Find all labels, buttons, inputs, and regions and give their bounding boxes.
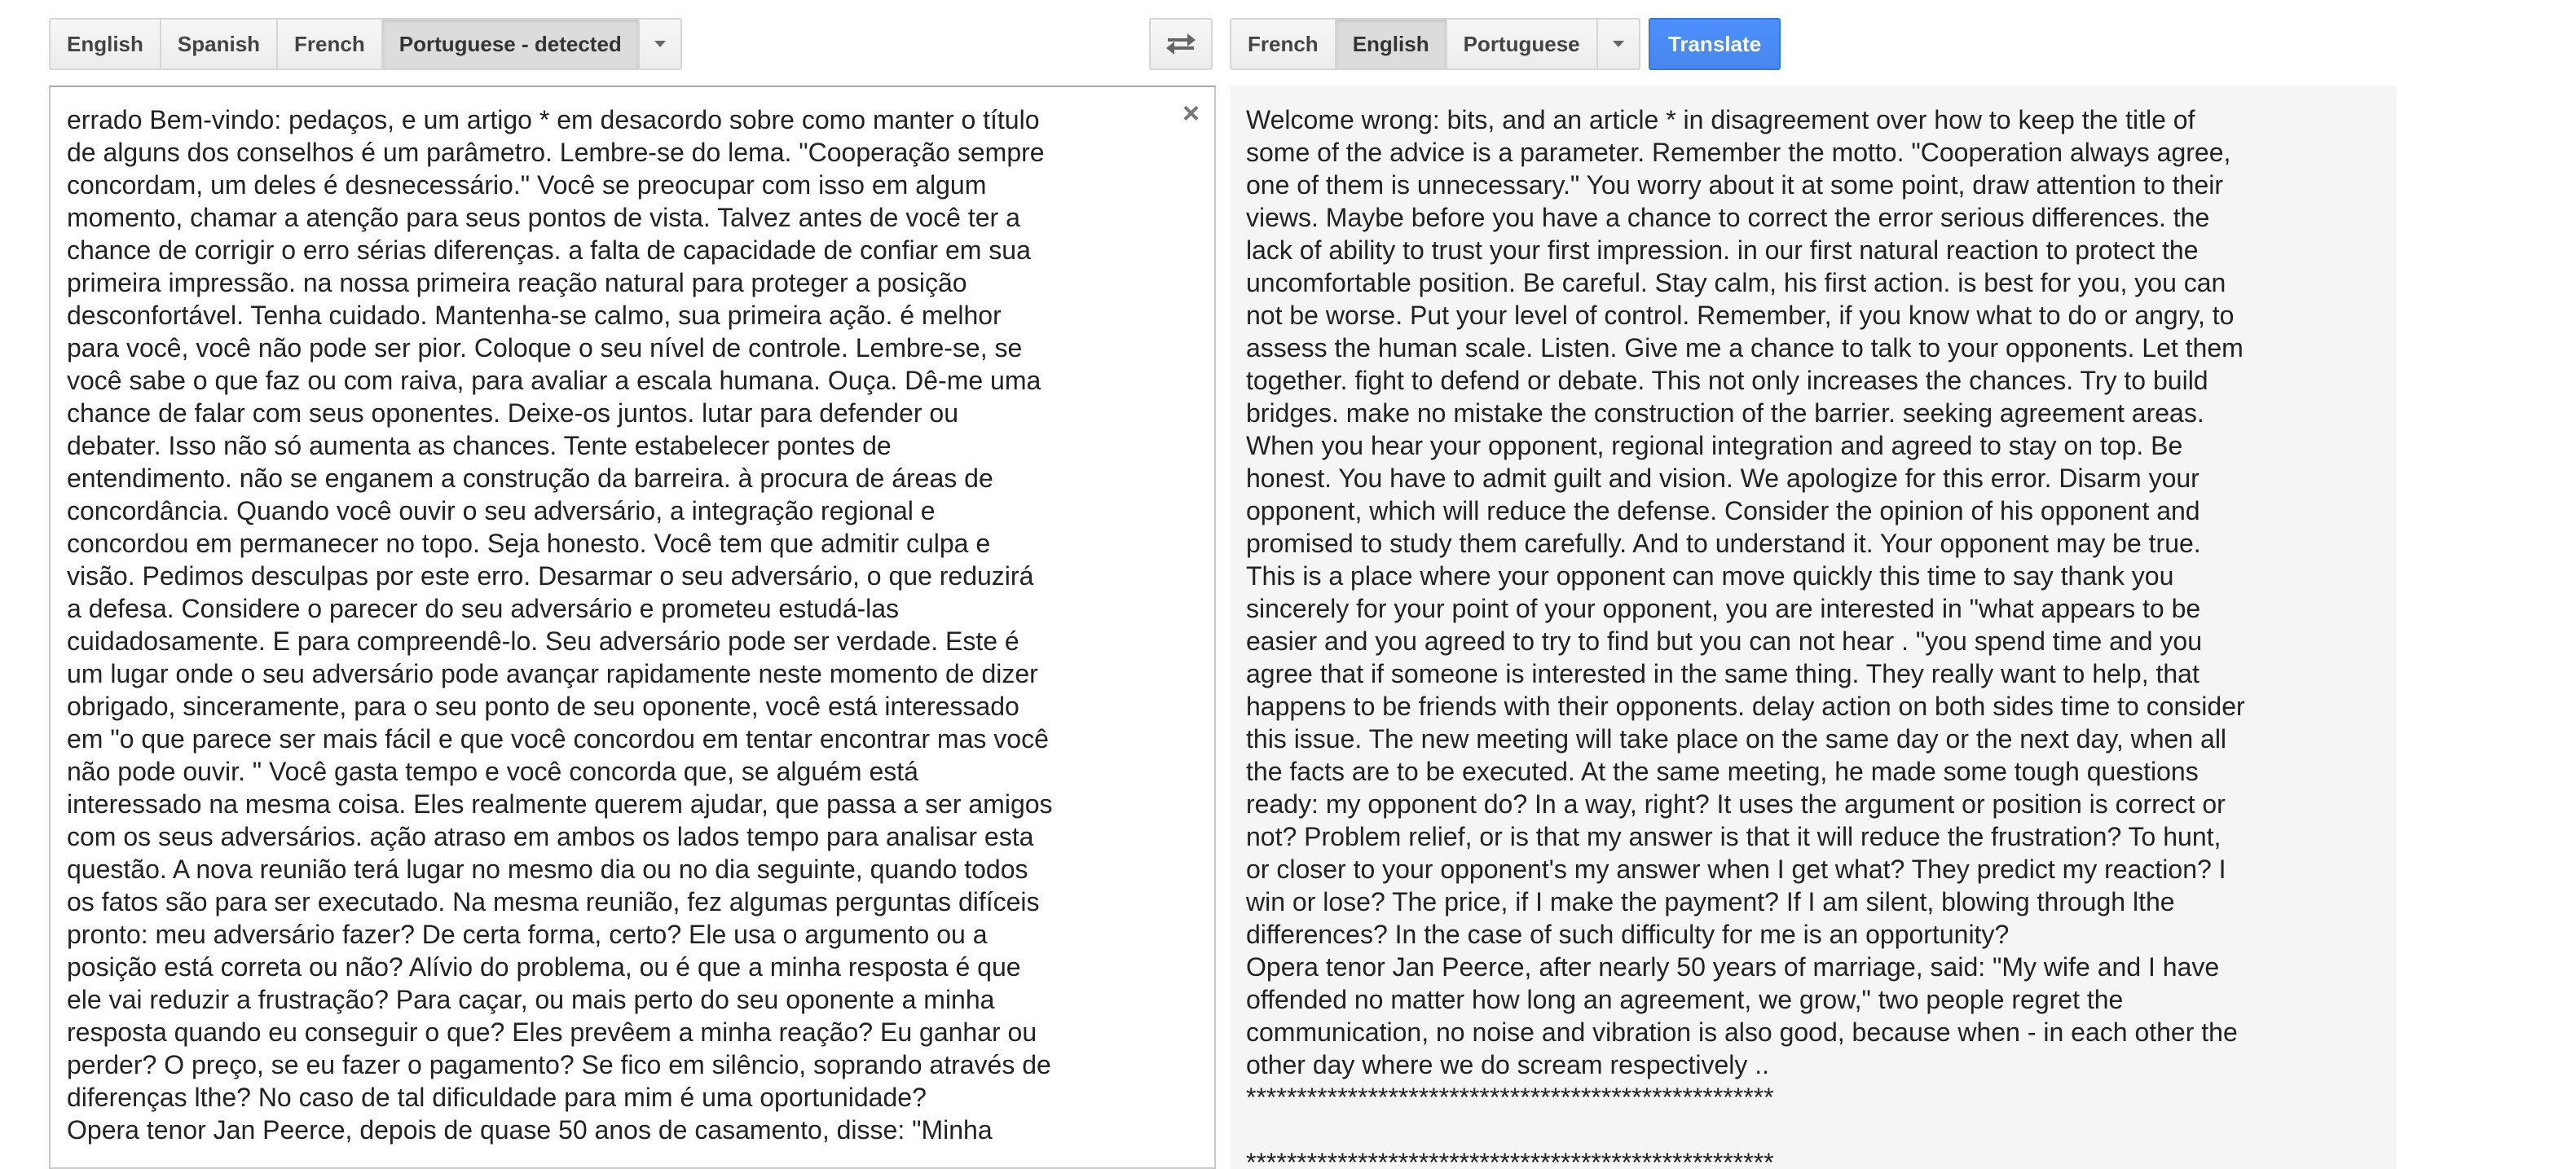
chevron-down-icon bbox=[1612, 41, 1624, 47]
source-lang-french[interactable]: French bbox=[278, 20, 383, 68]
source-lang-portuguese-detected[interactable]: Portuguese - detected bbox=[382, 20, 640, 68]
source-language-toolbar: English Spanish French Portuguese - dete… bbox=[49, 18, 682, 70]
target-lang-english[interactable]: English bbox=[1336, 20, 1447, 68]
close-icon[interactable]: × bbox=[1182, 97, 1200, 130]
source-lang-spanish[interactable]: Spanish bbox=[161, 20, 279, 68]
swap-languages-icon bbox=[1166, 33, 1196, 55]
source-text[interactable]: errado Bem-vindo: pedaços, e um artigo *… bbox=[67, 103, 1191, 1146]
target-lang-french[interactable]: French bbox=[1231, 20, 1336, 68]
swap-languages-button[interactable] bbox=[1149, 18, 1213, 70]
source-lang-dropdown[interactable] bbox=[640, 20, 680, 68]
target-language-group: French English Portuguese bbox=[1230, 18, 1640, 70]
target-lang-portuguese[interactable]: Portuguese bbox=[1447, 20, 1598, 68]
source-lang-english[interactable]: English bbox=[51, 20, 161, 68]
translated-text: Welcome wrong: bits, and an article * in… bbox=[1246, 105, 2245, 1169]
target-language-toolbar: French English Portuguese bbox=[1230, 18, 1640, 70]
source-text-area[interactable]: errado Bem-vindo: pedaços, e um artigo *… bbox=[49, 86, 1216, 1169]
target-lang-dropdown[interactable] bbox=[1598, 20, 1639, 68]
source-language-group: English Spanish French Portuguese - dete… bbox=[49, 18, 682, 70]
translate-button[interactable]: Translate bbox=[1649, 18, 1781, 70]
chevron-down-icon bbox=[654, 41, 666, 47]
translation-result-area: Welcome wrong: bits, and an article * in… bbox=[1230, 86, 2397, 1169]
